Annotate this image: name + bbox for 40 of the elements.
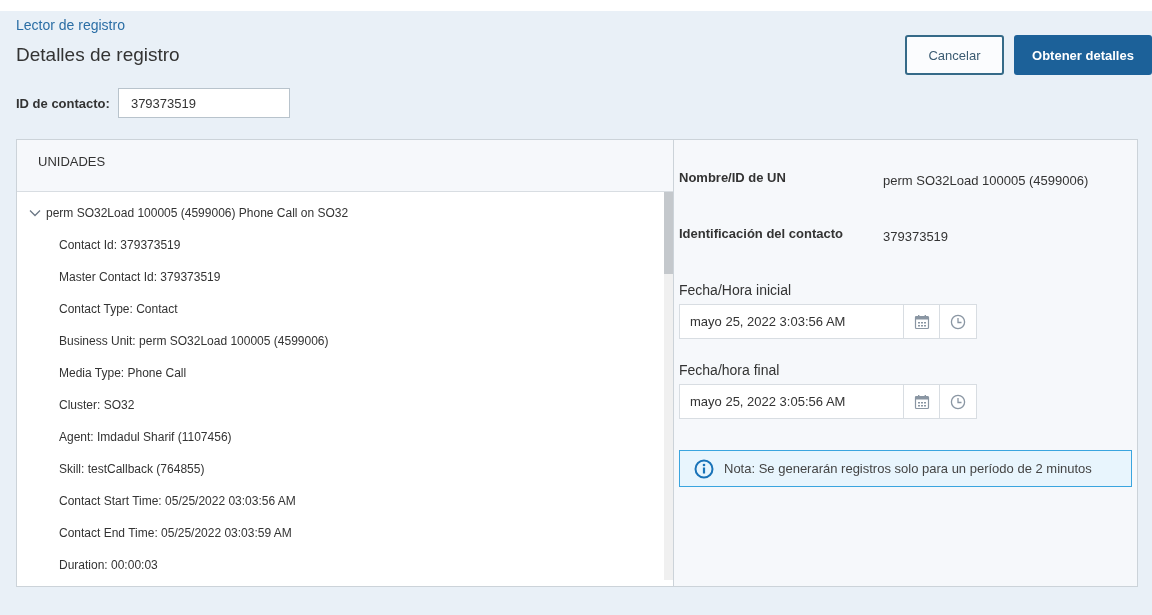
field-label: Fecha/Hora inicial <box>679 282 793 298</box>
tree-item[interactable]: Master Contact Id: 379373519 <box>59 270 221 284</box>
tree-item[interactable]: Business Unit: perm SO32Load 100005 (4599006) <box>59 334 329 348</box>
tree-item[interactable]: Contact End Time: 05/25/2022 03:03:59 AM <box>59 526 292 540</box>
clock-icon <box>950 393 966 410</box>
calendar-icon <box>913 313 930 330</box>
field-label: ID de contacto: <box>16 95 110 111</box>
contact-id-field[interactable]: 379373519 <box>117 88 290 118</box>
scrollbar[interactable] <box>664 192 673 580</box>
calendar-icon <box>913 393 930 410</box>
detail-value: 379373519 <box>883 229 949 246</box>
date-time-field[interactable]: mayo 25, 2022 3:03:56 AM <box>679 304 903 339</box>
tree-item[interactable]: Cluster: SO32 <box>59 398 135 412</box>
tree-item[interactable]: Contact Start Time: 05/25/2022 03:03:56 AM <box>59 494 296 508</box>
chevron-down-icon[interactable] <box>29 207 41 219</box>
detail-value: perm SO32Load 100005 (4599006) <box>883 173 1089 190</box>
note-text: Nota: Se generarán registros solo para un período de 2 minutos <box>724 461 1092 476</box>
calendar-button[interactable] <box>903 384 940 419</box>
detail-label: Identificación del contacto <box>679 226 844 243</box>
section-heading: UNIDADES <box>38 154 106 169</box>
detail-label: Nombre/ID de UN <box>679 170 787 187</box>
date-time-field[interactable]: mayo 25, 2022 3:05:56 AM <box>679 384 903 419</box>
tree-item[interactable]: Media Type: Phone Call <box>59 366 187 380</box>
tree-item[interactable]: Skill: testCallback (764855) <box>59 462 205 476</box>
time-button[interactable] <box>940 384 977 419</box>
tree-item[interactable]: Contact Type: Contact <box>59 302 178 316</box>
scrollbar-thumb[interactable] <box>664 192 673 274</box>
time-button[interactable] <box>940 304 977 339</box>
tree-item[interactable]: Agent: Imdadul Sharif (1107456) <box>59 430 232 444</box>
field-label: Fecha/hora final <box>679 362 781 378</box>
breadcrumb-link[interactable]: Lector de registro <box>16 16 125 34</box>
tree-item[interactable]: perm SO32Load 100005 (4599006) Phone Call on SO32 <box>46 206 349 220</box>
clock-icon <box>950 313 966 330</box>
get-details-button[interactable]: Obtener detalles <box>1014 35 1152 75</box>
info-icon <box>694 458 714 479</box>
cancel-button[interactable]: Cancelar <box>905 35 1004 75</box>
page-title: Detalles de registro <box>16 43 180 67</box>
tree-item[interactable]: Contact Id: 379373519 <box>59 238 181 252</box>
calendar-button[interactable] <box>903 304 940 339</box>
tree-item[interactable]: Duration: 00:00:03 <box>59 558 158 572</box>
